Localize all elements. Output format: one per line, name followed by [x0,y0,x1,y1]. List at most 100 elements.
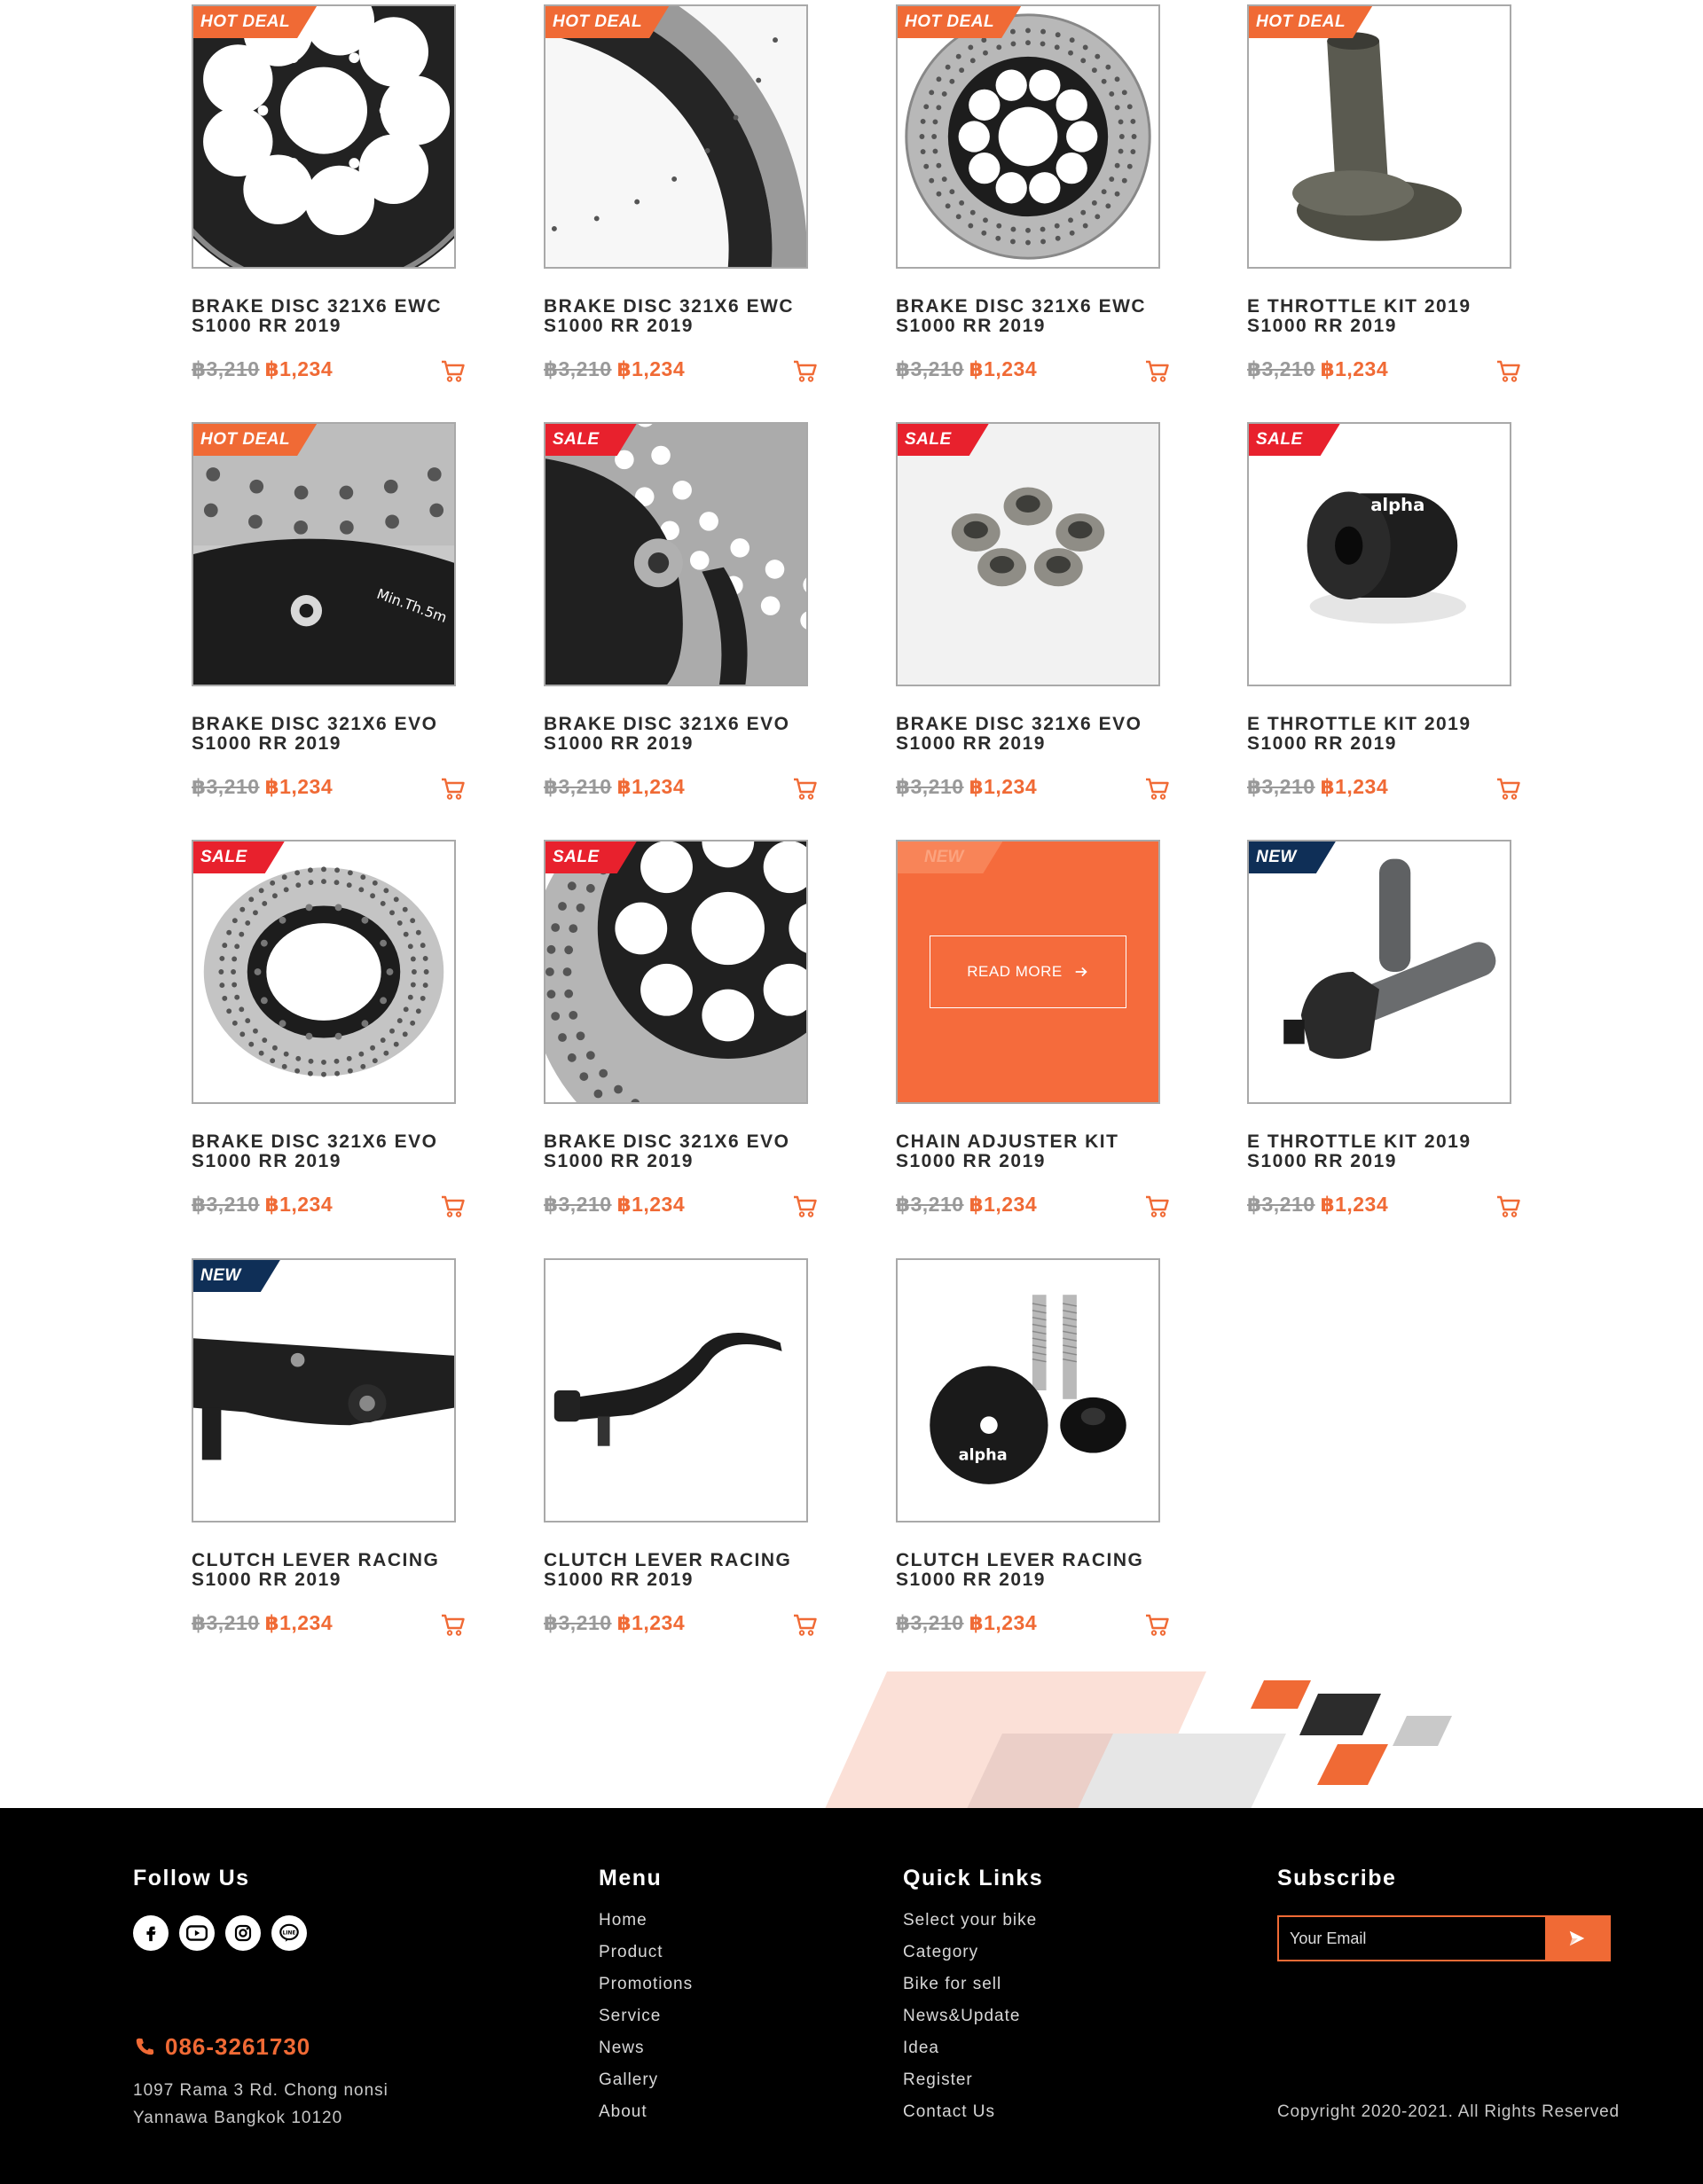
cart-icon[interactable] [1144,1193,1171,1219]
facebook-icon[interactable] [133,1915,169,1951]
product-card[interactable]: SALE BRAKE DISC 321X6 EVO S1000 RR 2019 … [896,422,1171,800]
read-more-button[interactable]: READ MORE [930,935,1126,1008]
product-image[interactable]: SALE [192,840,456,1104]
cart-icon[interactable] [792,1193,819,1219]
product-title[interactable]: BRAKE DISC 321X6 EVO S1000 RR 2019 [192,715,467,754]
menu-item-product[interactable]: Product [599,1937,693,1969]
product-image[interactable]: HOT DEAL [192,4,456,269]
menu-item-service[interactable]: Service [599,2000,693,2032]
product-card[interactable]: HOT DEAL BRAKE DISC 321X6 EWC S1000 RR 2… [192,4,467,382]
cart-icon[interactable] [1495,357,1522,384]
line-icon[interactable]: LINE [271,1915,307,1951]
product-image[interactable]: Min.Th.5m HOT DEAL [192,422,456,686]
product-card[interactable]: NEW CLUTCH LEVER RACING S1000 RR 2019 ฿3… [192,1258,467,1636]
youtube-icon[interactable] [179,1915,215,1951]
product-image[interactable]: NEW [192,1258,456,1523]
cart-icon[interactable] [440,1611,467,1638]
product-price: ฿3,210 ฿1,234 [1247,1193,1522,1221]
product-image[interactable]: SALE [896,422,1160,686]
cart-icon[interactable] [792,357,819,384]
cart-icon[interactable] [1144,1611,1171,1638]
product-image[interactable]: SALE [544,422,808,686]
menu-item-gallery[interactable]: Gallery [599,2064,693,2096]
product-card[interactable]: SALE BRAKE DISC 321X6 EVO S1000 RR 2019 … [544,840,819,1217]
cart-icon[interactable] [1144,357,1171,384]
product-title[interactable]: BRAKE DISC 321X6 EWC S1000 RR 2019 [544,297,819,336]
product-price: ฿3,210 ฿1,234 [1247,357,1522,386]
product-image[interactable]: alpha SALE [1247,422,1511,686]
cart-icon[interactable] [1144,775,1171,802]
product-title[interactable]: BRAKE DISC 321X6 EVO S1000 RR 2019 [544,1132,819,1171]
quick-link-category[interactable]: Category [903,1937,1037,1969]
phone-link[interactable]: 086-3261730 [133,2033,310,2061]
product-title[interactable]: BRAKE DISC 321X6 EVO S1000 RR 2019 [192,1132,467,1171]
product-card[interactable]: Min.Th.5m HOT DEAL BRAKE DISC 321X6 EVO … [192,422,467,800]
product-card[interactable]: HOT DEAL BRAKE DISC 321X6 EWC S1000 RR 2… [896,4,1171,382]
product-title[interactable]: CLUTCH LEVER RACING S1000 RR 2019 [896,1551,1171,1590]
product-photo: alpha [898,1260,1158,1521]
product-image[interactable]: SALE [544,840,808,1104]
product-title[interactable]: E THROTTLE KIT 2019 S1000 RR 2019 [1247,297,1522,336]
cart-icon[interactable] [1495,775,1522,802]
menu-item-news[interactable]: News [599,2032,693,2064]
product-title[interactable]: CLUTCH LEVER RACING S1000 RR 2019 [544,1551,819,1590]
product-badge: HOT DEAL [1249,6,1372,38]
product-image[interactable] [544,1258,808,1523]
product-title-line-1: BRAKE DISC 321X6 EWC [544,296,795,317]
product-title[interactable]: BRAKE DISC 321X6 EWC S1000 RR 2019 [192,297,467,336]
quick-link-select-bike[interactable]: Select your bike [903,1905,1037,1937]
menu-item-about[interactable]: About [599,2096,693,2128]
cart-icon[interactable] [440,1193,467,1219]
address-line-2: Yannawa Bangkok 10120 [133,2109,343,2127]
product-card[interactable]: alpha SALE E THROTTLE KIT 2019 S1000 RR … [1247,422,1522,800]
cart-icon[interactable] [792,1611,819,1638]
product-photo: alpha [1249,424,1510,685]
quick-link-news-update[interactable]: News&Update [903,2000,1037,2032]
product-image[interactable]: HOT DEAL [544,4,808,269]
product-title[interactable]: BRAKE DISC 321X6 EVO S1000 RR 2019 [896,715,1171,754]
old-price: ฿3,210 [896,357,964,380]
product-card[interactable]: HOT DEAL BRAKE DISC 321X6 EWC S1000 RR 2… [544,4,819,382]
cart-icon[interactable] [440,775,467,802]
product-card[interactable]: alpha CLUTCH LEVER RACING S1000 RR 2019 … [896,1258,1171,1636]
product-grid: HOT DEAL BRAKE DISC 321X6 EWC S1000 RR 2… [0,0,1703,1671]
product-image[interactable]: NEW [1247,840,1511,1104]
product-image[interactable]: HOT DEAL [896,4,1160,269]
product-title[interactable]: BRAKE DISC 321X6 EVO S1000 RR 2019 [544,715,819,754]
sale-price: ฿1,234 [616,1193,686,1216]
quick-link-contact[interactable]: Contact Us [903,2096,1037,2128]
product-card[interactable]: HOT DEAL E THROTTLE KIT 2019 S1000 RR 20… [1247,4,1522,382]
quick-link-register[interactable]: Register [903,2064,1037,2096]
quick-link-bike-for-sell[interactable]: Bike for sell [903,1969,1037,2000]
instagram-icon[interactable] [225,1915,261,1951]
product-badge: HOT DEAL [193,6,317,38]
product-title-line-1: BRAKE DISC 321X6 EWC [192,296,443,317]
product-price: ฿3,210 ฿1,234 [544,1611,819,1640]
product-image[interactable]: HOT DEAL [1247,4,1511,269]
old-price: ฿3,210 [192,775,260,798]
product-card[interactable]: SALE BRAKE DISC 321X6 EVO S1000 RR 2019 … [192,840,467,1217]
product-title[interactable]: CHAIN ADJUSTER KIT S1000 RR 2019 [896,1132,1171,1171]
product-title[interactable]: BRAKE DISC 321X6 EWC S1000 RR 2019 [896,297,1171,336]
product-card[interactable]: NEW NEW READ MORE CHAIN ADJUSTER KIT S10… [896,840,1171,1217]
product-card[interactable]: SALE BRAKE DISC 321X6 EVO S1000 RR 2019 … [544,422,819,800]
old-price: ฿3,210 [1247,357,1315,380]
svg-text:alpha: alpha [1370,495,1424,515]
menu-item-promotions[interactable]: Promotions [599,1969,693,2000]
product-card[interactable]: NEW E THROTTLE KIT 2019 S1000 RR 2019 ฿3… [1247,840,1522,1217]
product-card[interactable]: CLUTCH LEVER RACING S1000 RR 2019 ฿3,210… [544,1258,819,1636]
product-title-line-2: S1000 RR 2019 [544,1151,694,1171]
menu-item-home[interactable]: Home [599,1905,693,1937]
quick-link-idea[interactable]: Idea [903,2032,1037,2064]
cart-icon[interactable] [792,775,819,802]
product-title[interactable]: E THROTTLE KIT 2019 S1000 RR 2019 [1247,1132,1522,1171]
product-image[interactable]: alpha [896,1258,1160,1523]
product-title[interactable]: CLUTCH LEVER RACING S1000 RR 2019 [192,1551,467,1590]
subscribe-button[interactable] [1545,1917,1609,1960]
product-title-line-1: CLUTCH LEVER RACING [192,1550,440,1570]
product-title[interactable]: E THROTTLE KIT 2019 S1000 RR 2019 [1247,715,1522,754]
cart-icon[interactable] [440,357,467,384]
cart-icon[interactable] [1495,1193,1522,1219]
product-image[interactable]: NEW NEW READ MORE [896,840,1160,1104]
email-input[interactable] [1279,1917,1545,1960]
